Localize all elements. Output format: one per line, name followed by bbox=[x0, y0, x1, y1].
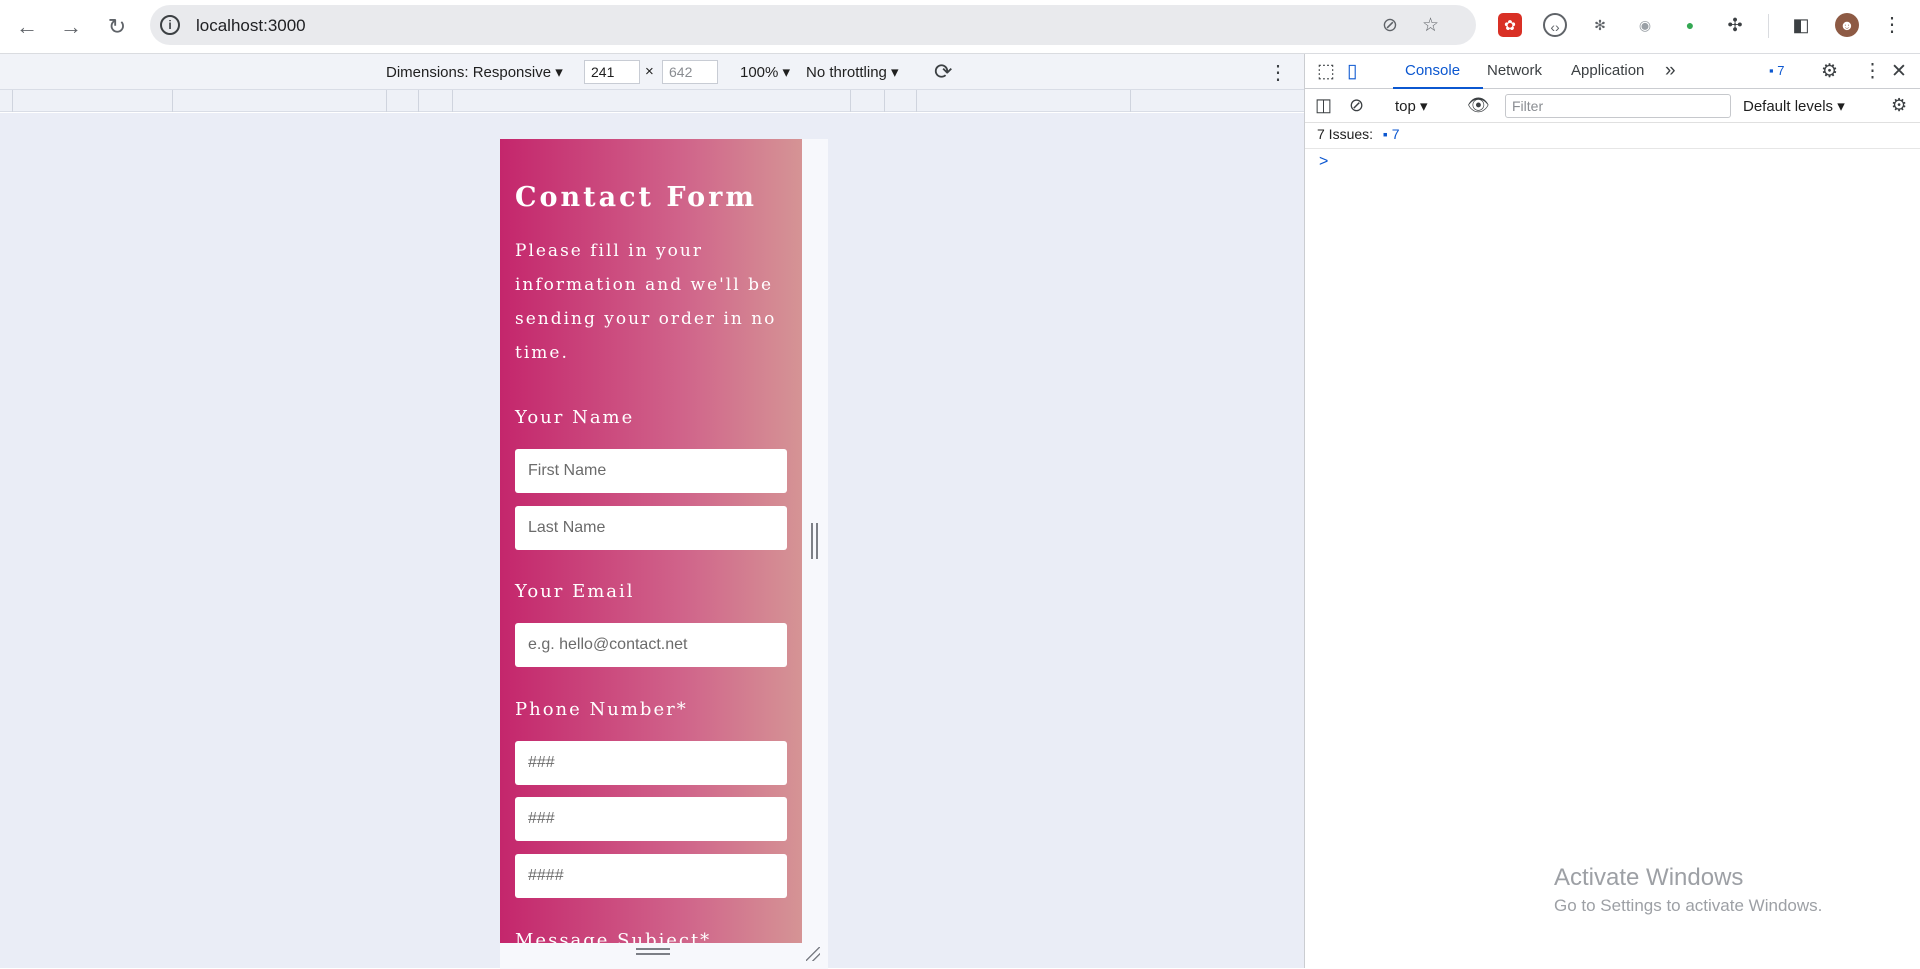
context-select[interactable]: top ▾ bbox=[1395, 97, 1428, 115]
throttling-select[interactable]: No throttling ▾ bbox=[806, 63, 899, 81]
toolbar-separator bbox=[1768, 14, 1769, 38]
devtools-tabbar: ⬚ ▯ Console Network Application » ▪ 7 ⚙ … bbox=[1305, 54, 1920, 89]
form-title: Contact Form bbox=[515, 182, 757, 213]
watermark-subtitle: Go to Settings to activate Windows. bbox=[1554, 896, 1823, 915]
phone-line-input[interactable] bbox=[515, 854, 787, 898]
rotate-icon[interactable]: ⟳ bbox=[934, 59, 952, 85]
sidebar-toggle-icon[interactable]: ◫ bbox=[1315, 95, 1332, 116]
ruler-tick bbox=[884, 90, 885, 112]
devtools-panel: ⬚ ▯ Console Network Application » ▪ 7 ⚙ … bbox=[1304, 54, 1920, 968]
ruler-tick bbox=[1130, 90, 1131, 112]
form-intro: Please fill in your information and we'l… bbox=[515, 241, 777, 363]
device-height-input[interactable] bbox=[662, 60, 718, 84]
browser-toolbar: ← → ↻ i localhost:3000 ⊘ ☆ ✿ ‹› ✻ ◉ ● ✣ … bbox=[0, 0, 1920, 54]
console-toolbar: ◫ ⊘ top ▾ 👁 Default levels ▾ ⚙ bbox=[1305, 89, 1920, 123]
extension-panda-icon[interactable]: ◉ bbox=[1633, 13, 1657, 37]
subject-label: Message Subject* bbox=[515, 930, 712, 943]
star-icon[interactable]: ☆ bbox=[1422, 14, 1439, 37]
browser-menu-icon[interactable]: ⋮ bbox=[1880, 13, 1904, 37]
resize-corner-handle[interactable] bbox=[806, 947, 820, 961]
windows-activation-watermark: Activate Windows Go to Settings to activ… bbox=[1554, 864, 1822, 916]
clear-console-icon[interactable]: ⊘ bbox=[1349, 95, 1364, 116]
eye-off-icon[interactable]: ⊘ bbox=[1382, 14, 1398, 37]
devtools-menu-icon[interactable]: ⋮ bbox=[1863, 60, 1882, 83]
last-name-input[interactable] bbox=[515, 506, 787, 550]
tab-application[interactable]: Application bbox=[1571, 62, 1644, 79]
ruler-tick bbox=[850, 90, 851, 112]
console-divider bbox=[1305, 148, 1920, 149]
issues-badge[interactable]: ▪ 7 bbox=[1769, 63, 1784, 78]
settings-gear-icon[interactable]: ⚙ bbox=[1821, 60, 1838, 83]
profile-avatar[interactable]: ☻ bbox=[1835, 13, 1859, 37]
extension-code-icon[interactable]: ‹› bbox=[1543, 13, 1567, 37]
device-frame: Contact Form Please fill in your informa… bbox=[500, 139, 828, 969]
console-filter-input[interactable] bbox=[1505, 94, 1731, 118]
issues-count-value: 7 bbox=[1391, 126, 1400, 142]
live-expression-eye-icon[interactable]: 👁 bbox=[1467, 95, 1490, 116]
ruler-tick bbox=[452, 90, 453, 112]
ruler-tick bbox=[916, 90, 917, 112]
name-label: Your Name bbox=[515, 407, 635, 428]
ruler-tick bbox=[12, 90, 13, 112]
side-panel-icon[interactable]: ◧ bbox=[1789, 13, 1813, 37]
dimension-separator: × bbox=[645, 63, 654, 80]
first-name-input[interactable] bbox=[515, 449, 787, 493]
device-toolbar: Dimensions: Responsive ▾ × 100% ▾ No thr… bbox=[0, 54, 1304, 90]
device-toggle-icon[interactable]: ▯ bbox=[1347, 60, 1357, 83]
ruler-tick bbox=[172, 90, 173, 112]
issues-summary[interactable]: 7 Issues: ▪ 7 bbox=[1317, 126, 1400, 142]
resize-width-handle[interactable] bbox=[811, 523, 818, 559]
more-tabs-icon[interactable]: » bbox=[1665, 60, 1676, 82]
site-info-icon[interactable]: i bbox=[160, 15, 180, 35]
log-levels-select[interactable]: Default levels ▾ bbox=[1743, 97, 1845, 115]
watermark-title: Activate Windows bbox=[1554, 864, 1744, 891]
close-devtools-icon[interactable]: ✕ bbox=[1891, 60, 1907, 83]
dimensions-select[interactable]: Dimensions: Responsive ▾ bbox=[386, 63, 563, 81]
console-prompt-icon[interactable]: > bbox=[1319, 153, 1328, 171]
extension-red-icon[interactable]: ✿ bbox=[1498, 13, 1522, 37]
extension-frog-icon[interactable]: ● bbox=[1678, 13, 1702, 37]
issues-badge-count: 7 bbox=[1777, 63, 1785, 78]
tab-network[interactable]: Network bbox=[1487, 62, 1542, 79]
issues-count[interactable]: ▪ 7 bbox=[1383, 126, 1400, 142]
ruler-tick bbox=[386, 90, 387, 112]
tab-console[interactable]: Console bbox=[1405, 62, 1460, 79]
extensions-puzzle-icon[interactable]: ✣ bbox=[1723, 13, 1747, 37]
inspect-element-icon[interactable]: ⬚ bbox=[1317, 60, 1335, 83]
device-more-icon[interactable]: ⋮ bbox=[1268, 60, 1288, 85]
extension-bug-icon[interactable]: ✻ bbox=[1588, 13, 1612, 37]
address-bar[interactable]: i localhost:3000 ⊘ ☆ bbox=[150, 5, 1476, 45]
reload-icon[interactable]: ↻ bbox=[102, 12, 132, 42]
back-icon[interactable]: ← bbox=[12, 12, 42, 42]
email-label: Your Email bbox=[515, 581, 635, 602]
zoom-select[interactable]: 100% ▾ bbox=[740, 63, 790, 81]
phone-prefix-input[interactable] bbox=[515, 797, 787, 841]
issues-text: 7 Issues: bbox=[1317, 126, 1374, 142]
url-text[interactable]: localhost:3000 bbox=[196, 16, 306, 36]
ruler-tick bbox=[418, 90, 419, 112]
phone-area-input[interactable] bbox=[515, 741, 787, 785]
device-width-input[interactable] bbox=[584, 60, 640, 84]
media-query-ruler[interactable] bbox=[0, 90, 1304, 112]
resize-height-handle[interactable] bbox=[636, 948, 670, 955]
forward-icon[interactable]: → bbox=[56, 12, 86, 42]
page-viewport: Contact Form Please fill in your informa… bbox=[500, 139, 802, 943]
email-input[interactable] bbox=[515, 623, 787, 667]
phone-label: Phone Number* bbox=[515, 699, 688, 720]
console-settings-icon[interactable]: ⚙ bbox=[1891, 95, 1907, 116]
